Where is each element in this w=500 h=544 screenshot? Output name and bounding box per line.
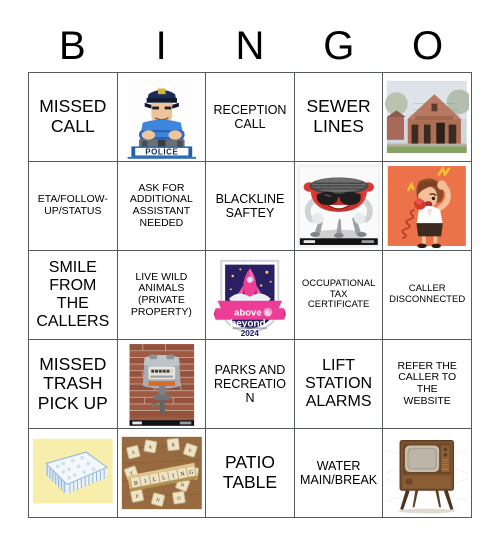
bingo-cell-r1-c1[interactable]: MISSED CALL bbox=[29, 73, 118, 162]
bingo-cell-r4-c5[interactable]: REFER THE CALLER TO THE WEBSITE bbox=[383, 340, 472, 429]
bingo-cell-label: OCCUPATIONAL TAX CERTIFICATE bbox=[301, 278, 376, 311]
bingo-cell-r2-c3[interactable]: BLACKLINE SAFTEY bbox=[206, 162, 295, 251]
bingo-cell-label: MISSED CALL bbox=[39, 96, 107, 136]
bingo-cell-r2-c4[interactable] bbox=[294, 162, 384, 251]
bingo-card: B I N G O MISSED CALL POLICE RECEPTION CALL … bbox=[0, 0, 500, 544]
bingo-cell-r5-c3[interactable]: PATIO TABLE bbox=[206, 429, 295, 518]
bingo-cell-r5-c4[interactable]: WATER MAIN/BREAK bbox=[294, 429, 384, 518]
bbq-grill-cartoon bbox=[296, 164, 381, 248]
bingo-cell-label: WATER MAIN/BREAK bbox=[300, 459, 378, 487]
bingo-cell-label: ASK FOR ADDITIONAL ASSISTANT NEEDED bbox=[129, 181, 193, 229]
bingo-cell-r4-c3[interactable]: PARKS AND RECREATION bbox=[206, 340, 295, 429]
bingo-cell-r3-c1[interactable]: SMILE FROM THE CALLERS bbox=[29, 251, 118, 340]
bingo-cell-label: SEWER LINES bbox=[306, 96, 371, 136]
bingo-cell-r1-c5[interactable] bbox=[383, 73, 472, 162]
bingo-cell-r3-c5[interactable]: CALLER DISCONNECTED bbox=[383, 251, 472, 340]
bingo-header-letter-b: B bbox=[59, 24, 86, 68]
bingo-cell-r5-c2[interactable]: S A R E T W P N O D B I L L bbox=[117, 429, 207, 518]
bingo-cell-label: LIVE WILD ANIMALS (PRIVATE PROPERTY) bbox=[130, 270, 192, 318]
bingo-cell-r4-c4[interactable]: LIFT STATION ALARMS bbox=[294, 340, 384, 429]
bingo-cell-label: SMILE FROM THE CALLERS bbox=[36, 259, 110, 330]
bingo-cell-label: LIFT STATION ALARMS bbox=[305, 357, 373, 410]
bingo-header-letter-g: G bbox=[323, 24, 355, 68]
svg-text:&: & bbox=[265, 309, 271, 318]
bingo-cell-r2-c5[interactable] bbox=[383, 162, 472, 251]
svg-text:POLICE: POLICE bbox=[145, 147, 178, 156]
bingo-header-letter-i: I bbox=[155, 24, 167, 68]
bingo-cell-r5-c5[interactable] bbox=[383, 429, 472, 518]
bingo-grid: MISSED CALL POLICE RECEPTION CALL SEWER … bbox=[28, 72, 472, 518]
bingo-cell-label: RECEPTION CALL bbox=[213, 103, 287, 131]
bingo-cell-label: BLACKLINE SAFTEY bbox=[215, 192, 285, 220]
bingo-cell-label: CALLER DISCONNECTED bbox=[389, 283, 466, 305]
bingo-header: BINGO bbox=[28, 22, 472, 70]
bingo-cell-r3-c3[interactable]: above beyond & 2024 bbox=[206, 251, 295, 340]
vintage-television-photo bbox=[385, 431, 469, 515]
bingo-cell-r4-c2[interactable] bbox=[117, 340, 207, 429]
svg-text:above: above bbox=[234, 308, 261, 319]
bingo-cell-label: PATIO TABLE bbox=[222, 452, 278, 492]
angry-woman-on-phone-illustration bbox=[385, 164, 469, 248]
brick-civic-building-photo bbox=[385, 75, 469, 159]
police-officer-illustration: POLICE bbox=[119, 75, 204, 159]
billing-scrabble-tiles-photo: S A R E T W P N O D B I L L bbox=[119, 431, 204, 515]
mattress-illustration bbox=[31, 431, 115, 515]
above-and-beyond-award-badge: above beyond & 2024 bbox=[208, 253, 292, 337]
utility-meter-photo bbox=[119, 342, 204, 426]
bingo-cell-r3-c2[interactable]: LIVE WILD ANIMALS (PRIVATE PROPERTY) bbox=[117, 251, 207, 340]
svg-text:2024: 2024 bbox=[241, 329, 260, 337]
bingo-cell-r1-c4[interactable]: SEWER LINES bbox=[294, 73, 384, 162]
bingo-cell-label: REFER THE CALLER TO THE WEBSITE bbox=[397, 359, 457, 407]
bingo-cell-r5-c1[interactable] bbox=[29, 429, 118, 518]
bingo-cell-label: MISSED TRASH PICK UP bbox=[37, 353, 108, 413]
bingo-cell-r2-c1[interactable]: ETA/FOLLOW- UP/STATUS bbox=[29, 162, 118, 251]
bingo-cell-r1-c3[interactable]: RECEPTION CALL bbox=[206, 73, 295, 162]
bingo-cell-r1-c2[interactable]: POLICE bbox=[117, 73, 207, 162]
bingo-header-letter-n: N bbox=[235, 24, 265, 68]
bingo-cell-label: PARKS AND RECREATION bbox=[213, 363, 286, 405]
bingo-header-letter-o: O bbox=[412, 24, 444, 68]
bingo-cell-label: ETA/FOLLOW- UP/STATUS bbox=[37, 193, 108, 217]
bingo-cell-r3-c4[interactable]: OCCUPATIONAL TAX CERTIFICATE bbox=[294, 251, 384, 340]
bingo-cell-r2-c2[interactable]: ASK FOR ADDITIONAL ASSISTANT NEEDED bbox=[117, 162, 207, 251]
bingo-cell-r4-c1[interactable]: MISSED TRASH PICK UP bbox=[29, 340, 118, 429]
